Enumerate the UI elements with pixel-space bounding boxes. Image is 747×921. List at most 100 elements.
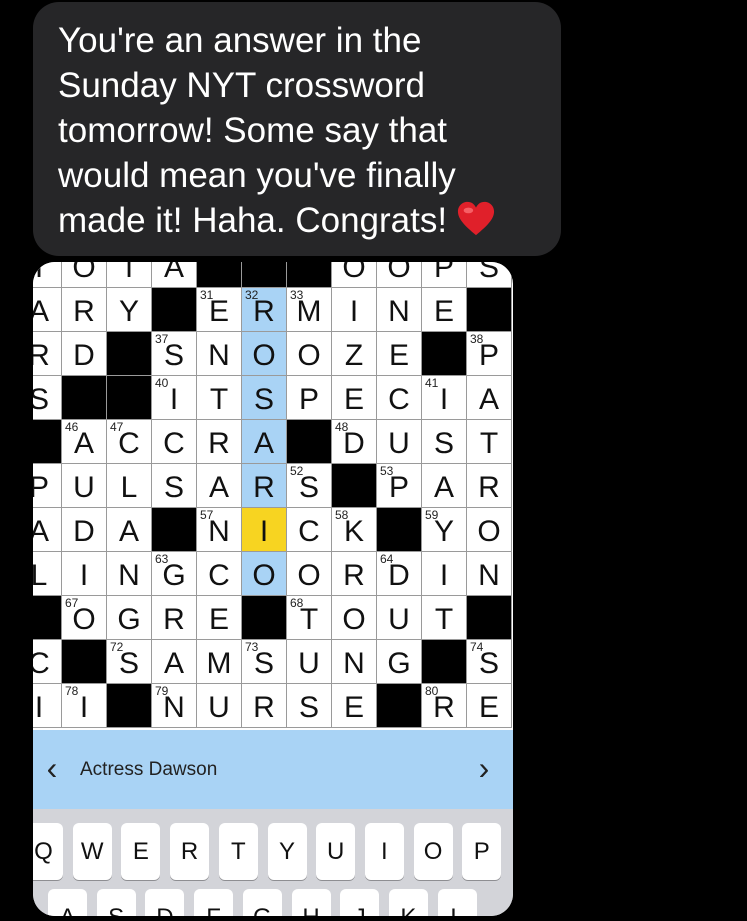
grid-cell[interactable]: U bbox=[197, 684, 242, 728]
grid-cell[interactable]: A bbox=[242, 420, 287, 464]
key-h[interactable]: H bbox=[291, 889, 331, 916]
grid-cell[interactable]: N bbox=[197, 332, 242, 376]
grid-cell[interactable]: 72 S bbox=[107, 640, 152, 684]
grid-cell[interactable]: O bbox=[287, 552, 332, 596]
grid-cell[interactable]: 67 O bbox=[62, 596, 107, 640]
grid-cell[interactable]: A bbox=[33, 508, 62, 552]
grid-cell[interactable]: O bbox=[242, 332, 287, 376]
grid-cell[interactable]: U bbox=[287, 640, 332, 684]
grid-cell[interactable]: S bbox=[422, 420, 467, 464]
grid-cell[interactable]: I bbox=[33, 684, 62, 728]
key-s[interactable]: S bbox=[96, 889, 136, 916]
grid-cell[interactable]: E bbox=[377, 332, 422, 376]
grid-cell[interactable]: 33 M bbox=[287, 288, 332, 332]
key-o[interactable]: O bbox=[413, 823, 453, 880]
grid-cell[interactable]: 52 S bbox=[287, 464, 332, 508]
grid-cell[interactable]: I bbox=[332, 288, 377, 332]
grid-cell[interactable]: 73 S bbox=[242, 640, 287, 684]
grid-cell[interactable]: I bbox=[422, 552, 467, 596]
crossword-grid[interactable]: I O T A O O P S A R Y 31 E 32 R 33 M I N E R D 37 S N O O Z E 38 P S 40 I… bbox=[33, 262, 513, 730]
grid-cell[interactable]: C bbox=[152, 420, 197, 464]
key-u[interactable]: U bbox=[316, 823, 356, 880]
grid-cell[interactable]: Z bbox=[332, 332, 377, 376]
grid-cell[interactable]: P bbox=[287, 376, 332, 420]
grid-cell[interactable]: A bbox=[197, 464, 242, 508]
grid-cell[interactable]: M bbox=[197, 640, 242, 684]
grid-cell[interactable]: N bbox=[467, 552, 512, 596]
grid-cell[interactable]: N bbox=[332, 640, 377, 684]
grid-cell[interactable]: 31 E bbox=[197, 288, 242, 332]
grid-cell[interactable]: 40 I bbox=[152, 376, 197, 420]
grid-cell[interactable]: 64 D bbox=[377, 552, 422, 596]
grid-cell[interactable]: O bbox=[332, 262, 377, 288]
grid-cell[interactable]: 79 N bbox=[152, 684, 197, 728]
grid-cell[interactable]: O bbox=[287, 332, 332, 376]
grid-cell[interactable]: A bbox=[33, 288, 62, 332]
grid-cell[interactable]: 80 R bbox=[422, 684, 467, 728]
grid-cell[interactable]: A bbox=[422, 464, 467, 508]
grid-cell[interactable]: 47 C bbox=[107, 420, 152, 464]
grid-cell[interactable]: A bbox=[152, 640, 197, 684]
grid-cell[interactable]: U bbox=[62, 464, 107, 508]
grid-cell[interactable]: 1P bbox=[33, 464, 62, 508]
grid-cell[interactable]: S bbox=[242, 376, 287, 420]
grid-cell[interactable]: 78 I bbox=[62, 684, 107, 728]
grid-cell[interactable]: S bbox=[287, 684, 332, 728]
grid-cell[interactable]: A bbox=[152, 262, 197, 288]
key-t[interactable]: T bbox=[218, 823, 258, 880]
grid-cell[interactable]: O bbox=[242, 552, 287, 596]
key-d[interactable]: D bbox=[145, 889, 185, 916]
grid-cell[interactable]: R bbox=[33, 332, 62, 376]
key-w[interactable]: W bbox=[72, 823, 112, 880]
grid-cell[interactable]: N bbox=[107, 552, 152, 596]
prev-clue-button[interactable]: ‹ bbox=[37, 750, 67, 786]
grid-cell[interactable]: E bbox=[332, 376, 377, 420]
grid-cell[interactable]: P bbox=[422, 262, 467, 288]
grid-cell[interactable]: 58 K bbox=[332, 508, 377, 552]
grid-cell[interactable]: E bbox=[422, 288, 467, 332]
key-k[interactable]: K bbox=[388, 889, 428, 916]
grid-cell[interactable]: O bbox=[467, 508, 512, 552]
grid-cell[interactable]: 59 Y bbox=[422, 508, 467, 552]
grid-cell[interactable]: R bbox=[467, 464, 512, 508]
next-clue-button[interactable]: › bbox=[469, 750, 499, 786]
grid-cell[interactable]: L bbox=[107, 464, 152, 508]
grid-cell[interactable]: C bbox=[287, 508, 332, 552]
grid-cell[interactable]: O bbox=[332, 596, 377, 640]
grid-cell[interactable]: U bbox=[377, 420, 422, 464]
grid-cell[interactable]: R bbox=[197, 420, 242, 464]
grid-cell[interactable]: 1C bbox=[33, 640, 62, 684]
grid-cell[interactable]: 37 S bbox=[152, 332, 197, 376]
grid-cell[interactable]: 41 I bbox=[422, 376, 467, 420]
grid-cell[interactable]: R bbox=[332, 552, 377, 596]
grid-cell[interactable]: I bbox=[242, 508, 287, 552]
grid-cell[interactable]: 46 A bbox=[62, 420, 107, 464]
key-g[interactable]: G bbox=[242, 889, 282, 916]
grid-cell[interactable]: N bbox=[377, 288, 422, 332]
grid-cell[interactable]: R bbox=[242, 684, 287, 728]
grid-cell[interactable]: 53 P bbox=[377, 464, 422, 508]
grid-cell[interactable]: O bbox=[62, 262, 107, 288]
grid-cell[interactable]: 74 S bbox=[467, 640, 512, 684]
grid-cell[interactable]: 57 N bbox=[197, 508, 242, 552]
grid-cell[interactable]: L bbox=[33, 552, 62, 596]
grid-cell[interactable]: 63 G bbox=[152, 552, 197, 596]
key-y[interactable]: Y bbox=[267, 823, 307, 880]
grid-cell[interactable]: Y bbox=[107, 288, 152, 332]
grid-cell[interactable]: I bbox=[62, 552, 107, 596]
grid-cell[interactable]: U bbox=[377, 596, 422, 640]
grid-cell[interactable]: T bbox=[197, 376, 242, 420]
grid-cell[interactable]: O bbox=[377, 262, 422, 288]
key-e[interactable]: E bbox=[121, 823, 161, 880]
grid-cell[interactable]: D bbox=[62, 508, 107, 552]
grid-cell[interactable]: S bbox=[152, 464, 197, 508]
grid-cell[interactable]: R bbox=[152, 596, 197, 640]
grid-cell[interactable]: 32 R bbox=[242, 288, 287, 332]
key-q[interactable]: Q bbox=[33, 823, 63, 880]
grid-cell[interactable]: C bbox=[377, 376, 422, 420]
grid-cell[interactable]: E bbox=[197, 596, 242, 640]
grid-cell[interactable]: D bbox=[62, 332, 107, 376]
grid-cell[interactable]: A bbox=[467, 376, 512, 420]
key-r[interactable]: R bbox=[170, 823, 210, 880]
grid-cell[interactable]: 68 T bbox=[287, 596, 332, 640]
